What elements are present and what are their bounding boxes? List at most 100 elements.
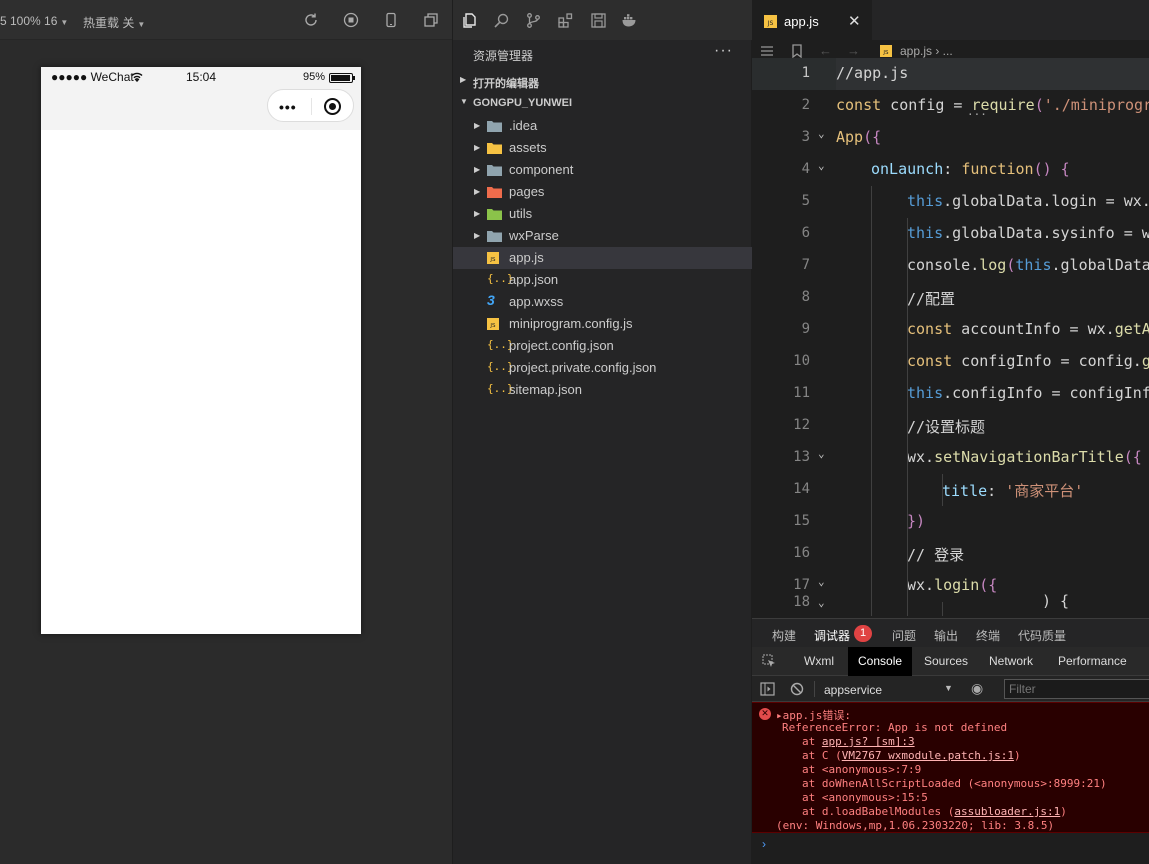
more-icon[interactable]: ••• xyxy=(279,99,297,115)
code-line: 12//设置标题 xyxy=(793,417,986,436)
menu-capsule: ••• xyxy=(267,89,354,122)
folder-icon xyxy=(487,231,502,242)
devtools-tabs: Wxml Console Sources Network Performance xyxy=(752,647,1149,676)
code-line: 5 this.globalData.login = wx.g xyxy=(801,192,1149,210)
search-icon[interactable] xyxy=(493,12,510,29)
tree-item[interactable]: JS miniprogram.config.js xyxy=(453,313,753,335)
eye-icon[interactable]: ◉ xyxy=(971,680,983,697)
json-file-icon: {..} xyxy=(487,382,514,395)
stack-frame: at d.loadBabelModules (assubloader.js:1) xyxy=(802,805,1067,818)
file-name: .idea xyxy=(509,118,538,133)
tab-terminal[interactable]: 终端 xyxy=(976,627,1000,644)
back-arrow-icon[interactable]: ← xyxy=(819,43,833,58)
open-editors-section[interactable]: ▶ 打开的编辑器 xyxy=(453,70,753,92)
code-editor: JS app.js ✕ ← → JS app.js › ... 1//app.j… xyxy=(752,0,1149,618)
list-icon[interactable] xyxy=(760,44,774,58)
hot-reload-label: 热重载 关 xyxy=(83,16,135,30)
folder-icon xyxy=(487,143,502,154)
code-line: 16// 登录 xyxy=(793,545,965,564)
json-file-icon: {..} xyxy=(487,272,514,285)
tree-item[interactable]: ▶ .idea xyxy=(453,115,753,137)
stack-frame: at C (VM2767 wxmodule.patch.js:1) xyxy=(802,749,1021,762)
refresh-icon[interactable] xyxy=(303,12,319,28)
source-link[interactable]: assubloader.js:1 xyxy=(954,805,1060,818)
tree-item[interactable]: 3 app.wxss xyxy=(453,291,753,313)
docker-icon[interactable] xyxy=(621,12,638,29)
source-link[interactable]: app.js? [sm]:3 xyxy=(822,735,915,748)
file-name: app.js xyxy=(509,250,544,265)
tab-wxml[interactable]: Wxml xyxy=(794,647,844,676)
fold-chevron-icon[interactable]: ⌄ xyxy=(818,575,825,588)
source-link[interactable]: VM2767 wxmodule.patch.js:1 xyxy=(842,749,1014,762)
section-label: GONGPU_YUNWEI xyxy=(473,97,573,109)
tree-item[interactable]: ▶ assets xyxy=(453,137,753,159)
windows-icon[interactable] xyxy=(423,12,439,28)
folder-icon xyxy=(487,121,502,132)
tab-performance[interactable]: Performance xyxy=(1048,647,1137,676)
tree-item[interactable]: {..} project.private.config.json xyxy=(453,357,753,379)
tab-console[interactable]: Console xyxy=(848,647,913,676)
chevron-down-icon: ▼ xyxy=(460,97,468,106)
battery-percent: 95% xyxy=(302,71,325,83)
tab-app-js[interactable]: JS app.js ✕ xyxy=(752,0,872,40)
breadcrumb-path[interactable]: app.js › ... xyxy=(900,44,953,58)
bookmark-icon[interactable] xyxy=(790,44,804,58)
tree-item[interactable]: ▶ pages xyxy=(453,181,753,203)
zoom-select[interactable]: 5 100% 16 ▼ xyxy=(0,14,68,28)
source-control-icon[interactable] xyxy=(525,12,542,29)
hot-reload-toggle[interactable]: 热重载 关 ▼ xyxy=(83,14,145,31)
phone-screen: ●●●●● WeChat 15:04 95% ••• xyxy=(41,67,361,634)
tab-sources[interactable]: Sources xyxy=(914,647,978,676)
tree-item[interactable]: {..} sitemap.json xyxy=(453,379,753,401)
close-miniprogram-icon[interactable] xyxy=(324,98,341,115)
fold-chevron-icon[interactable]: ⌄ xyxy=(818,596,825,609)
fold-chevron-icon[interactable]: ⌄ xyxy=(818,447,825,460)
close-icon[interactable]: ✕ xyxy=(848,12,861,30)
tab-build[interactable]: 构建 xyxy=(772,627,796,644)
tree-item[interactable]: {..} app.json xyxy=(453,269,753,291)
debug-panel: 构建 调试器 1 问题 输出 终端 代码质量 Wxml Console Sour… xyxy=(752,618,1149,864)
wifi-icon xyxy=(131,72,143,82)
forward-arrow-icon[interactable]: → xyxy=(847,43,861,58)
clear-console-icon[interactable] xyxy=(790,682,804,696)
tree-item[interactable]: {..} project.config.json xyxy=(453,335,753,357)
tab-problems[interactable]: 问题 xyxy=(892,627,916,644)
storage-icon[interactable] xyxy=(590,12,607,29)
code-line: 18 ⌄) { xyxy=(793,592,1070,610)
tab-network[interactable]: Network xyxy=(979,647,1043,676)
chevron-right-icon: ▶ xyxy=(474,187,481,196)
tree-item[interactable]: ▶ component xyxy=(453,159,753,181)
error-text: ReferenceError: App is not defined xyxy=(782,721,1008,734)
tree-item[interactable]: ▶ utils xyxy=(453,203,753,225)
fold-chevron-icon[interactable]: ⌄ xyxy=(818,127,825,140)
code-line: 14 title: '商家平台' xyxy=(793,481,1084,500)
phone-icon[interactable] xyxy=(383,12,399,28)
js-file-icon: JS xyxy=(880,45,892,57)
status-bar: ●●●●● WeChat 15:04 95% xyxy=(41,67,361,87)
tab-output[interactable]: 输出 xyxy=(934,627,958,644)
extensions-icon[interactable] xyxy=(557,12,574,29)
chevron-right-icon: ▶ xyxy=(474,209,481,218)
tree-item[interactable]: JS app.js xyxy=(453,247,753,269)
code-line: 7console.log(this.globalData. xyxy=(801,256,1149,274)
files-icon[interactable] xyxy=(461,12,478,29)
tab-debugger[interactable]: 调试器 xyxy=(814,627,851,651)
sidebar-toggle-icon[interactable] xyxy=(760,682,775,696)
filter-input[interactable] xyxy=(1004,679,1149,699)
code-line: 4 ⌄ onLaunch: function() { xyxy=(801,159,1070,178)
console-prompt[interactable]: › xyxy=(762,837,766,851)
tree-item[interactable]: ▶ wxParse xyxy=(453,225,753,247)
more-actions-button[interactable]: ··· xyxy=(714,42,733,60)
capsule-divider xyxy=(311,98,312,115)
folder-icon xyxy=(487,165,502,176)
context-select[interactable]: appservice xyxy=(824,683,882,697)
tab-code-quality[interactable]: 代码质量 xyxy=(1018,627,1066,644)
stack-frame: at doWhenAllScriptLoaded (<anonymous>:89… xyxy=(802,777,1107,790)
project-section[interactable]: ▼ GONGPU_YUNWEI xyxy=(453,92,753,114)
file-name: wxParse xyxy=(509,228,559,243)
file-name: pages xyxy=(509,184,545,199)
fold-chevron-icon[interactable]: ⌄ xyxy=(818,159,825,172)
inspect-element-icon[interactable] xyxy=(762,654,776,668)
stop-icon[interactable] xyxy=(343,12,359,28)
dropdown-arrow-icon[interactable]: ▼ xyxy=(944,683,953,693)
